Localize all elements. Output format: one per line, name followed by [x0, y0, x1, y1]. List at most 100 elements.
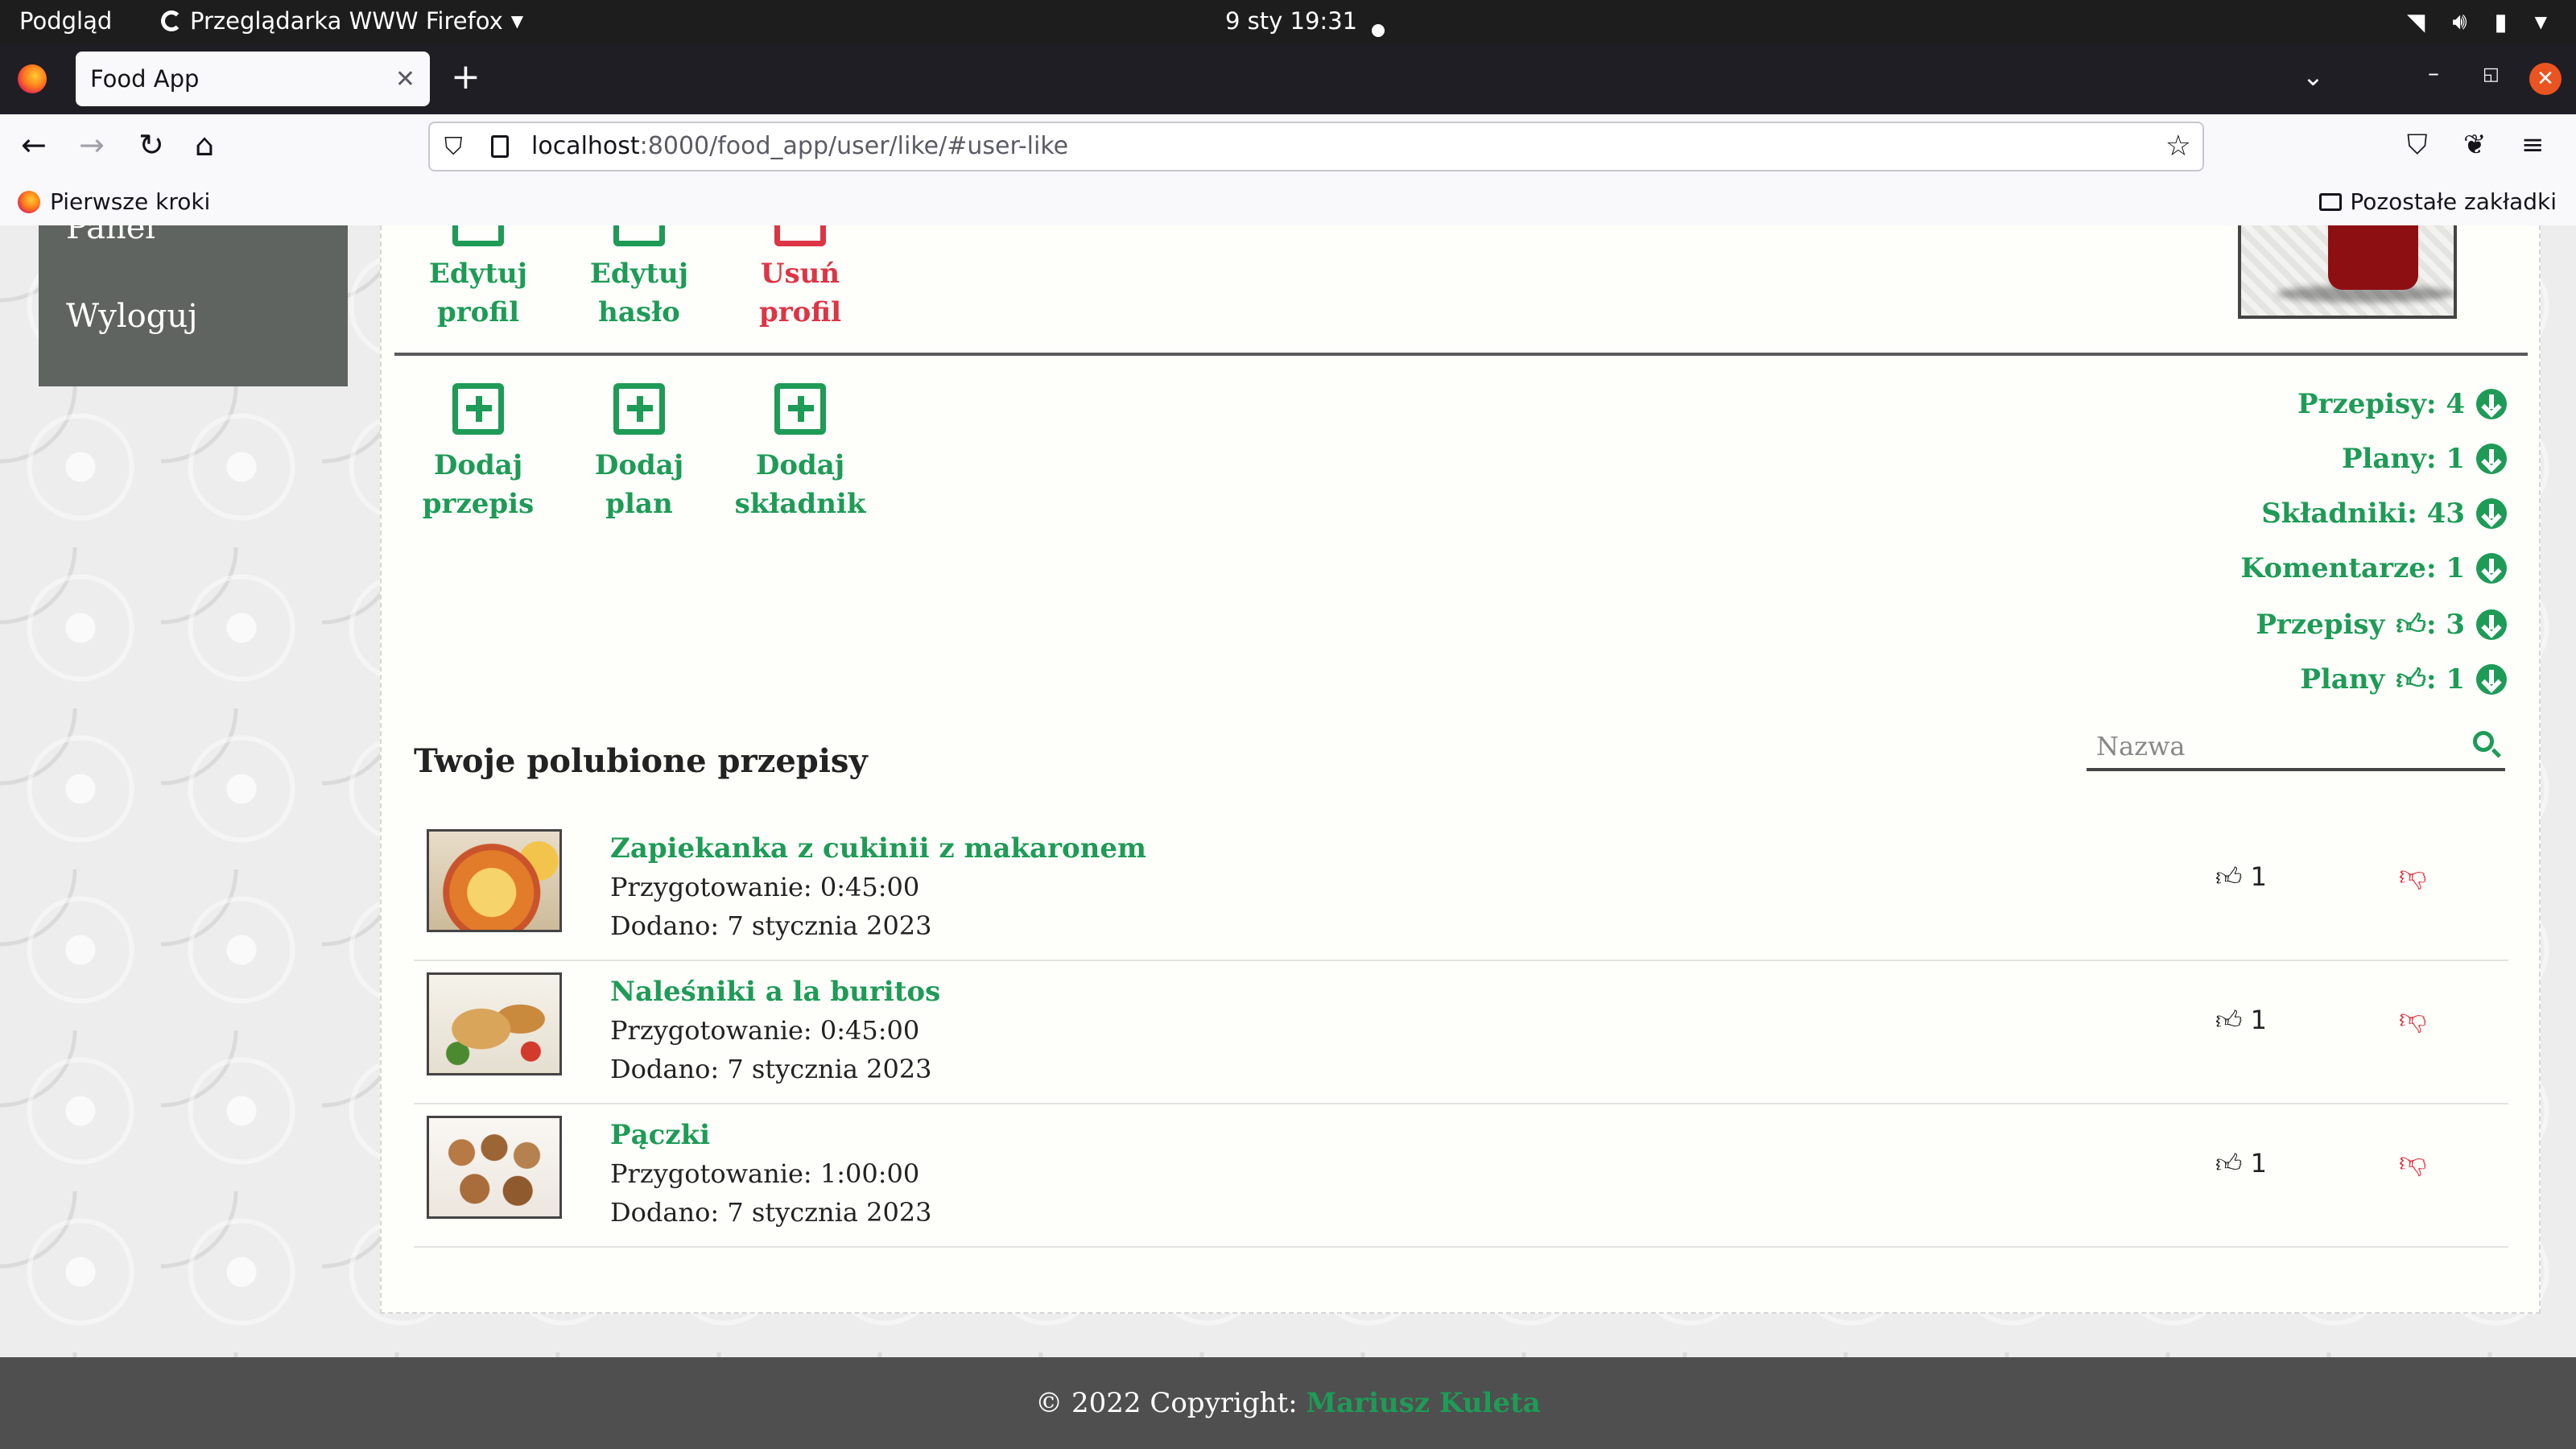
recipe-added-date: Dodano: 7 stycznia 2023: [610, 910, 932, 941]
stat-value: : 1: [2425, 663, 2465, 696]
firefox-bookmark-icon: [18, 190, 40, 213]
trash-icon: [774, 225, 826, 246]
bookmark-getting-started[interactable]: Pierwsze kroki: [18, 188, 210, 215]
firefox-logo-icon: [18, 64, 47, 93]
unlike-button[interactable]: 👎︎: [2399, 1003, 2427, 1036]
forward-button[interactable]: →: [79, 127, 105, 163]
other-bookmarks-label: Pozostałe zakładki: [2350, 188, 2557, 215]
action-line1: Dodaj: [433, 449, 523, 481]
home-button[interactable]: ⌂: [195, 127, 214, 163]
action-line1: Dodaj: [594, 449, 684, 481]
delete-profile-link[interactable]: Usuń profil: [728, 225, 873, 332]
tab-title: Food App: [90, 65, 200, 93]
volume-icon: 🔊︎: [2452, 7, 2467, 35]
unlike-button[interactable]: 👎︎: [2399, 1146, 2427, 1179]
other-bookmarks[interactable]: Pozostałe zakładki: [2319, 188, 2557, 215]
new-tab-button[interactable]: +: [451, 58, 481, 97]
app-menu[interactable]: Przeglądarka WWW Firefox ▼: [161, 7, 523, 35]
action-line1: Usuń: [760, 258, 840, 290]
liked-recipes-title: Twoje polubione przepisy: [414, 742, 868, 780]
search-field: [2087, 724, 2505, 771]
thumbs-up-icon: 👍︎: [2215, 1148, 2243, 1179]
list-item: Pączki Przygotowanie: 1:00:00 Dodano: 7 …: [414, 1103, 2508, 1248]
list-tabs-button[interactable]: ⌄: [2302, 61, 2324, 92]
pocket-icon[interactable]: ⛉: [2407, 129, 2428, 161]
arrow-down-circle-icon: [2476, 553, 2507, 584]
action-line2: plan: [605, 488, 673, 520]
sidebar-item-logout[interactable]: Wyloguj: [66, 298, 197, 335]
stat-recipes[interactable]: Przepisy: 4: [2297, 388, 2507, 420]
activities-button[interactable]: Podgląd: [19, 7, 112, 35]
tab-food-app[interactable]: Food App ✕: [76, 52, 430, 106]
action-line1: Dodaj: [755, 449, 845, 481]
recipe-photo[interactable]: [427, 829, 562, 932]
minimize-button[interactable]: –: [2428, 60, 2439, 86]
window-close-button[interactable]: ✕: [2529, 63, 2562, 95]
plus-square-icon: [774, 383, 826, 435]
recipe-prep-time: Przygotowanie: 0:45:00: [610, 1015, 920, 1046]
thumbs-up-icon: 👍︎: [2396, 663, 2426, 696]
stat-liked-plans[interactable]: Plany 👍︎ : 1: [2300, 662, 2507, 697]
extensions-icon[interactable]: ❦: [2463, 129, 2487, 161]
browser-tab-strip: Food App ✕ + ⌄ – ◱ ✕: [0, 43, 2576, 114]
stat-comments[interactable]: Komentarze: 1: [2241, 552, 2507, 584]
profile-image: [2238, 225, 2457, 319]
chevron-down-icon: ▼: [510, 11, 524, 31]
thumbs-down-icon: 👎︎: [2399, 1146, 2427, 1179]
edit-profile-link[interactable]: Edytuj profil: [406, 225, 551, 332]
action-line2: składnik: [734, 488, 866, 520]
back-button[interactable]: ←: [21, 127, 47, 163]
sidebar-item-panel[interactable]: Panel: [66, 225, 155, 246]
reload-button[interactable]: ↻: [138, 127, 164, 163]
recipe-name-link[interactable]: Naleśniki a la buritos: [610, 972, 940, 1011]
search-icon[interactable]: [2473, 731, 2494, 752]
section-divider: [394, 353, 2528, 356]
unlike-button[interactable]: 👎︎: [2399, 860, 2427, 893]
recipe-name-link[interactable]: Pączki: [610, 1116, 932, 1154]
recipe-photo[interactable]: [427, 972, 562, 1075]
recipe-added-date: Dodano: 7 stycznia 2023: [610, 1197, 932, 1228]
stat-liked-recipes[interactable]: Przepisy 👍︎ : 3: [2256, 607, 2507, 642]
add-plan-link[interactable]: Dodaj plan: [567, 383, 712, 523]
bookmark-star-icon[interactable]: ☆: [2165, 130, 2191, 163]
author-link[interactable]: Mariusz Kuleta: [1307, 1387, 1541, 1419]
url-bar[interactable]: ⛉ localhost:8000/food_app/user/like/#use…: [428, 122, 2204, 171]
recipe-photo[interactable]: [427, 1116, 562, 1219]
os-top-bar: Podgląd Przeglądarka WWW Firefox ▼ 9 sty…: [0, 0, 2576, 43]
arrow-down-circle-icon: [2476, 609, 2507, 640]
stat-label: Składniki: 43: [2261, 497, 2465, 530]
recipe-name-link[interactable]: Zapiekanka z cukinii z makaronem: [610, 829, 1146, 868]
firefox-app-icon: [161, 10, 182, 31]
thumbs-down-icon: 👎︎: [2399, 1003, 2427, 1035]
plus-square-icon: [613, 383, 665, 435]
edit-icon: [452, 225, 504, 246]
like-count: 👍︎ 1: [2215, 1005, 2267, 1036]
like-count: 👍︎ 1: [2215, 861, 2267, 893]
recipe-prep-time: Przygotowanie: 1:00:00: [610, 1158, 920, 1189]
jar-photo: [2328, 225, 2418, 290]
close-tab-icon[interactable]: ✕: [395, 65, 415, 93]
battery-icon: ▮: [2494, 7, 2508, 35]
system-tray[interactable]: ◥ 🔊︎ ▮ ▼: [2407, 7, 2547, 35]
restore-button[interactable]: ◱: [2483, 64, 2500, 85]
clock[interactable]: 9 sty 19:31: [1225, 7, 1357, 35]
hamburger-menu-icon[interactable]: ≡: [2521, 129, 2545, 161]
page-viewport: Panel Wyloguj Edytuj profil Edytuj hasło…: [0, 225, 2576, 1449]
action-line1: Edytuj: [428, 258, 528, 290]
bookmark-label: Pierwsze kroki: [50, 188, 211, 215]
like-count-value: 1: [2250, 861, 2267, 892]
edit-password-link[interactable]: Edytuj hasło: [567, 225, 712, 332]
url-text[interactable]: localhost:8000/food_app/user/like/#user-…: [531, 132, 1068, 160]
stat-plans[interactable]: Plany: 1: [2342, 443, 2507, 475]
action-line2: profil: [437, 296, 519, 328]
chevron-down-icon: ▼: [2534, 11, 2547, 31]
main-panel: Edytuj profil Edytuj hasło Usuń profil D…: [380, 225, 2541, 1314]
like-count: 👍︎ 1: [2215, 1148, 2267, 1179]
add-recipe-link[interactable]: Dodaj przepis: [406, 383, 551, 523]
add-ingredient-link[interactable]: Dodaj składnik: [728, 383, 873, 523]
stat-ingredients[interactable]: Składniki: 43: [2261, 497, 2507, 530]
search-input[interactable]: [2095, 728, 2452, 765]
shield-icon[interactable]: ⛉: [444, 133, 463, 161]
wifi-icon: ◥: [2407, 7, 2425, 35]
plus-square-icon: [452, 383, 504, 435]
